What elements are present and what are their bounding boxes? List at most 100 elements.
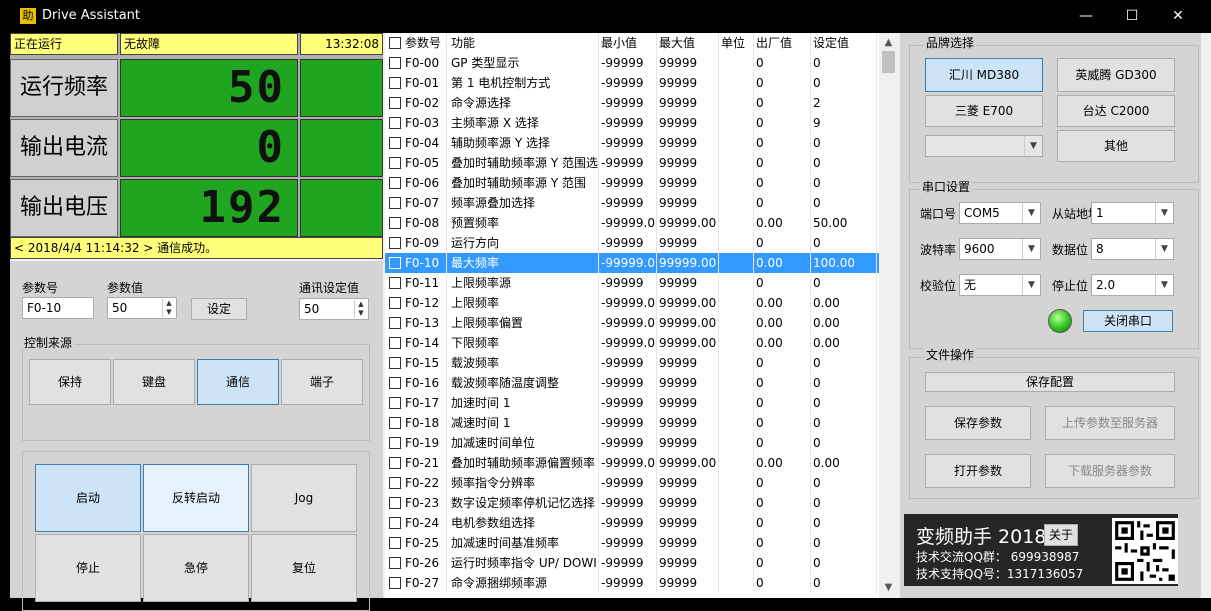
chevron-down-icon[interactable]: ▼ bbox=[1155, 239, 1173, 259]
table-row[interactable]: F0-16 载波频率随温度调整 -99999 99999 0 0 bbox=[385, 373, 879, 393]
table-row[interactable]: F0-18 减速时间 1 -99999 99999 0 0 bbox=[385, 413, 879, 433]
table-row[interactable]: F0-05 叠加时辅助频率源 Y 范围选 -99999 99999 0 0 bbox=[385, 153, 879, 173]
reset-button[interactable]: 复位 bbox=[251, 534, 357, 602]
stop-button[interactable]: 停止 bbox=[35, 534, 141, 602]
scroll-up-icon[interactable]: ▲ bbox=[879, 35, 898, 51]
source-keypad-button[interactable]: 键盘 bbox=[113, 359, 195, 405]
table-row[interactable]: F0-26 运行时频率指令 UP/ DOWI -99999 99999 0 0 bbox=[385, 553, 879, 573]
row-checkbox[interactable] bbox=[389, 317, 401, 329]
row-checkbox[interactable] bbox=[389, 377, 401, 389]
table-row[interactable]: F0-13 上限频率偏置 -99999.0 99999.00 0.00 0.00 bbox=[385, 313, 879, 333]
minimize-button[interactable]: — bbox=[1063, 0, 1109, 33]
table-row[interactable]: F0-11 上限频率源 -99999 99999 0 0 bbox=[385, 273, 879, 293]
comm-set-spinner[interactable]: ▲ ▼ bbox=[354, 300, 367, 318]
row-checkbox[interactable] bbox=[389, 277, 401, 289]
stopbits-select[interactable]: 2.0 ▼ bbox=[1091, 274, 1174, 296]
close-port-button[interactable]: 关闭串口 bbox=[1083, 310, 1173, 332]
row-checkbox[interactable] bbox=[389, 357, 401, 369]
row-checkbox[interactable] bbox=[389, 97, 401, 109]
source-terminal-button[interactable]: 端子 bbox=[281, 359, 363, 405]
brand-other-button[interactable]: 其他 bbox=[1057, 130, 1175, 162]
table-row[interactable]: F0-15 载波频率 -99999 99999 0 0 bbox=[385, 353, 879, 373]
table-row[interactable]: F0-14 下限频率 -99999.0 99999.00 0.00 0.00 bbox=[385, 333, 879, 353]
row-checkbox[interactable] bbox=[389, 257, 401, 269]
source-hold-button[interactable]: 保持 bbox=[29, 359, 111, 405]
jog-button[interactable]: Jog bbox=[251, 464, 357, 532]
comm-set-input[interactable]: 50 ▲ ▼ bbox=[299, 298, 369, 320]
row-checkbox[interactable] bbox=[389, 337, 401, 349]
row-checkbox[interactable] bbox=[389, 197, 401, 209]
row-checkbox[interactable] bbox=[389, 537, 401, 549]
table-header[interactable]: 参数号 功能 最小值 最大值 单位 出厂值 设定值 bbox=[385, 33, 879, 53]
table-row[interactable]: F0-27 命令源捆绑频率源 -99999 99999 0 0 bbox=[385, 573, 879, 593]
slave-select[interactable]: 1 ▼ bbox=[1091, 202, 1174, 224]
table-row[interactable]: F0-22 频率指令分辨率 -99999 99999 0 0 bbox=[385, 473, 879, 493]
maximize-button[interactable]: ☐ bbox=[1109, 0, 1155, 33]
chevron-down-icon[interactable]: ▼ bbox=[1022, 239, 1040, 259]
table-row[interactable]: F0-04 辅助频率源 Y 选择 -99999 99999 0 0 bbox=[385, 133, 879, 153]
row-checkbox[interactable] bbox=[389, 417, 401, 429]
row-checkbox[interactable] bbox=[389, 217, 401, 229]
table-row[interactable]: F0-07 频率源叠加选择 -99999 99999 0 0 bbox=[385, 193, 879, 213]
row-checkbox[interactable] bbox=[389, 157, 401, 169]
row-checkbox[interactable] bbox=[389, 177, 401, 189]
row-checkbox[interactable] bbox=[389, 577, 401, 589]
brand-delta-button[interactable]: 台达 C2000 bbox=[1057, 95, 1175, 127]
table-scrollbar[interactable]: ▲ ▼ bbox=[879, 33, 898, 598]
table-row[interactable]: F0-09 运行方向 -99999 99999 0 0 bbox=[385, 233, 879, 253]
param-value-spinner[interactable]: ▲ ▼ bbox=[162, 299, 175, 317]
reverse-start-button[interactable]: 反转启动 bbox=[143, 464, 249, 532]
row-checkbox[interactable] bbox=[389, 457, 401, 469]
row-checkbox[interactable] bbox=[389, 477, 401, 489]
row-checkbox[interactable] bbox=[389, 237, 401, 249]
table-row[interactable]: F0-21 叠加时辅助频率源偏置频率 -99999.0 99999.00 0.00 0.0… bbox=[385, 453, 879, 473]
save-config-button[interactable]: 保存配置 bbox=[925, 372, 1175, 392]
chevron-down-icon[interactable]: ▼ bbox=[1022, 203, 1040, 223]
table-row[interactable]: F0-10 最大频率 -99999.0 99999.00 0.00 100.00 bbox=[385, 253, 879, 273]
source-comm-button[interactable]: 通信 bbox=[197, 359, 279, 405]
table-row[interactable]: F0-19 加减速时间单位 -99999 99999 0 0 bbox=[385, 433, 879, 453]
row-checkbox[interactable] bbox=[389, 557, 401, 569]
row-checkbox[interactable] bbox=[389, 517, 401, 529]
chevron-down-icon[interactable]: ▼ bbox=[1022, 275, 1040, 295]
port-select[interactable]: COM5 ▼ bbox=[959, 202, 1041, 224]
chevron-down-icon[interactable]: ▼ bbox=[1024, 136, 1042, 156]
start-button[interactable]: 启动 bbox=[35, 464, 141, 532]
row-checkbox[interactable] bbox=[389, 497, 401, 509]
table-row[interactable]: F0-24 电机参数组选择 -99999 99999 0 0 bbox=[385, 513, 879, 533]
table-row[interactable]: F0-08 预置频率 -99999.0 99999.00 0.00 50.00 bbox=[385, 213, 879, 233]
save-params-button[interactable]: 保存参数 bbox=[925, 406, 1031, 440]
scroll-down-icon[interactable]: ▼ bbox=[879, 580, 898, 596]
table-row[interactable]: F0-25 加减速时间基准频率 -99999 99999 0 0 bbox=[385, 533, 879, 553]
table-row[interactable]: F0-01 第 1 电机控制方式 -99999 99999 0 0 bbox=[385, 73, 879, 93]
row-checkbox[interactable] bbox=[389, 397, 401, 409]
set-button[interactable]: 设定 bbox=[191, 298, 247, 320]
brand-mitsubishi-button[interactable]: 三菱 E700 bbox=[925, 95, 1043, 127]
param-no-input[interactable]: F0-10 bbox=[22, 297, 94, 319]
brand-inovance-button[interactable]: 汇川 MD380 bbox=[925, 58, 1043, 92]
table-row[interactable]: F0-00 GP 类型显示 -99999 99999 0 0 bbox=[385, 53, 879, 73]
databits-select[interactable]: 8 ▼ bbox=[1091, 238, 1174, 260]
row-checkbox[interactable] bbox=[389, 77, 401, 89]
table-row[interactable]: F0-03 主频率源 X 选择 -99999 99999 0 9 bbox=[385, 113, 879, 133]
parity-select[interactable]: 无 ▼ bbox=[959, 274, 1041, 296]
row-checkbox[interactable] bbox=[389, 117, 401, 129]
scroll-thumb[interactable] bbox=[882, 51, 895, 73]
table-row[interactable]: F0-23 数字设定频率停机记忆选择 -99999 99999 0 0 bbox=[385, 493, 879, 513]
row-checkbox[interactable] bbox=[389, 297, 401, 309]
row-checkbox[interactable] bbox=[389, 137, 401, 149]
close-button[interactable]: ✕ bbox=[1155, 0, 1201, 33]
upload-params-button[interactable]: 上传参数至服务器 bbox=[1045, 406, 1175, 440]
row-checkbox[interactable] bbox=[389, 57, 401, 69]
open-params-button[interactable]: 打开参数 bbox=[925, 454, 1031, 488]
table-row[interactable]: F0-17 加速时间 1 -99999 99999 0 0 bbox=[385, 393, 879, 413]
brand-dropdown[interactable]: ▼ bbox=[925, 135, 1043, 157]
table-row[interactable]: F0-12 上限频率 -99999.0 99999.00 0.00 0.00 bbox=[385, 293, 879, 313]
table-row[interactable]: F0-02 命令源选择 -99999 99999 0 2 bbox=[385, 93, 879, 113]
download-params-button[interactable]: 下载服务器参数 bbox=[1045, 454, 1175, 488]
chevron-down-icon[interactable]: ▼ bbox=[1155, 203, 1173, 223]
select-all-checkbox[interactable] bbox=[389, 37, 401, 49]
table-row[interactable]: F0-06 叠加时辅助频率源 Y 范围 -99999 99999 0 0 bbox=[385, 173, 879, 193]
param-value-input[interactable]: 50 ▲ ▼ bbox=[107, 297, 177, 319]
brand-invt-button[interactable]: 英威腾 GD300 bbox=[1057, 58, 1175, 92]
